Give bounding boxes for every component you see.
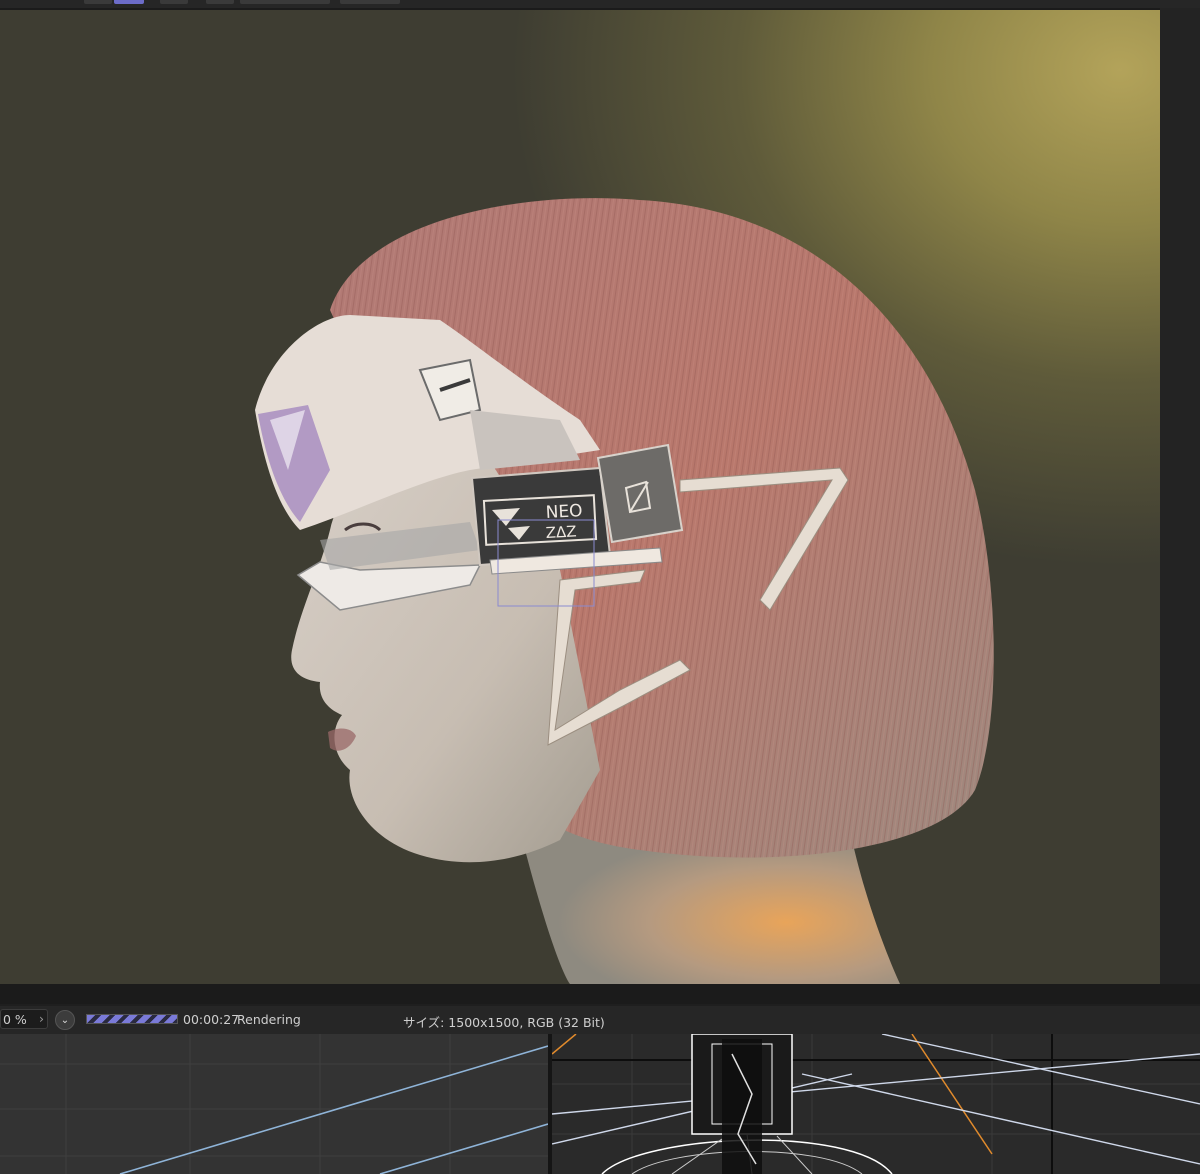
render-progress-bar — [86, 1014, 178, 1024]
zoom-chevron-icon: › — [39, 1011, 44, 1026]
chevron-down-icon: ⌄ — [60, 1014, 70, 1026]
elapsed-time: 00:00:27 — [183, 1012, 240, 1027]
editor-viewports — [0, 1034, 1200, 1174]
status-bar: 0 % › ⌄ 00:00:27 Rendering サイズ: 1500x150… — [0, 1006, 1200, 1034]
viewport-grid — [0, 1034, 548, 1174]
render-image: NEO ZΔZ — [0, 10, 1160, 984]
camera-line — [552, 1034, 577, 1055]
camera-line — [911, 1034, 993, 1155]
neo-badge — [470, 466, 612, 567]
toolbar-tab-active[interactable] — [114, 0, 144, 4]
toolbar-tab[interactable] — [206, 0, 234, 4]
viewport-top[interactable] — [552, 1034, 1200, 1174]
camera-frustum-line — [119, 1045, 548, 1174]
toolbar-tab[interactable] — [240, 0, 330, 4]
toolbar-tab[interactable] — [160, 0, 188, 4]
badge-line2: ZΔZ — [545, 522, 577, 542]
picture-viewer: NEO ZΔZ — [0, 8, 1200, 1004]
render-status: Rendering — [237, 1012, 301, 1027]
camera-frustum-line — [379, 1123, 548, 1174]
render-progress-fill — [87, 1015, 177, 1023]
image-size-info: サイズ: 1500x1500, RGB (32 Bit) — [403, 1015, 605, 1030]
top-toolbar — [0, 0, 1200, 8]
viewport-wireframe — [552, 1034, 1200, 1174]
render-options-button[interactable]: ⌄ — [55, 1010, 75, 1030]
toolbar-tab[interactable] — [84, 0, 112, 4]
render-illustration: NEO ZΔZ — [255, 198, 994, 984]
toolbar-tab[interactable] — [340, 0, 400, 4]
zoom-field[interactable]: 0 % › — [0, 1009, 48, 1029]
zoom-value: 0 % — [3, 1012, 27, 1027]
viewport-perspective[interactable] — [0, 1034, 548, 1174]
viewer-scrollbar[interactable] — [1160, 8, 1200, 984]
